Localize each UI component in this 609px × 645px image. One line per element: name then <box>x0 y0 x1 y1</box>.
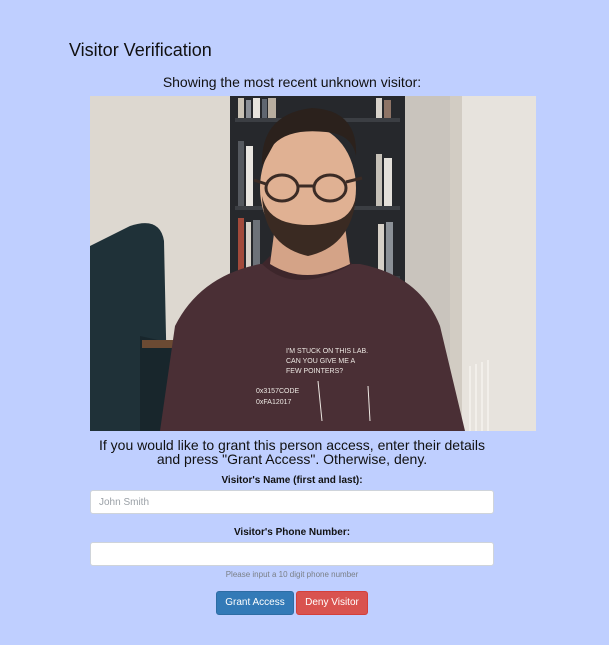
shirt-text-line-5: 0xFA12017 <box>256 399 292 406</box>
shirt-text-line-3: FEW POINTERS? <box>286 368 343 375</box>
shirt-text-line-2: CAN YOU GIVE ME A <box>286 358 355 365</box>
shirt-text-line-1: I'M STUCK ON THIS LAB. <box>286 348 368 355</box>
visitor-snapshot: I'M STUCK ON THIS LAB. CAN YOU GIVE ME A… <box>90 96 536 431</box>
deny-visitor-button[interactable]: Deny Visitor <box>296 591 368 615</box>
recent-visitor-caption: Showing the most recent unknown visitor: <box>162 74 422 90</box>
shirt-text-line-4: 0x3157CODE <box>256 388 300 395</box>
visitor-name-label: Visitor's Name (first and last): <box>221 475 363 486</box>
phone-help-text: Please input a 10 digit phone number <box>225 570 359 579</box>
grant-access-button[interactable]: Grant Access <box>216 591 294 615</box>
grant-instructions: If you would like to grant this person a… <box>99 437 485 467</box>
visitor-verification-page: Visitor Verification Showing the most re… <box>0 0 609 645</box>
visitor-phone-label: Visitor's Phone Number: <box>233 527 351 538</box>
page-title: Visitor Verification <box>69 40 212 60</box>
visitor-phone-input[interactable] <box>90 542 494 566</box>
visitor-name-input[interactable] <box>90 490 494 514</box>
